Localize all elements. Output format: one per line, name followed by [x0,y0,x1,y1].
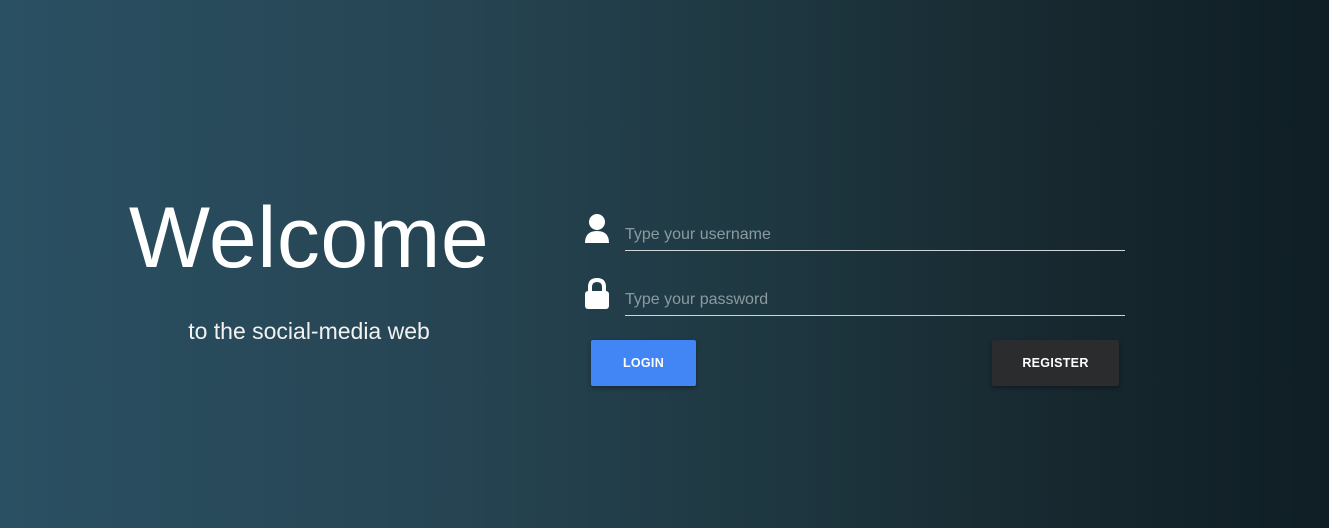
username-field [582,210,1127,252]
user-icon [582,212,612,244]
welcome-title: Welcome [128,190,490,286]
login-page: Welcome to the social-media web L [0,0,1329,528]
register-button[interactable]: REGISTER [992,340,1119,386]
welcome-subtitle: to the social-media web [188,318,430,344]
username-input[interactable] [625,220,1125,251]
lock-icon [582,277,612,309]
password-input[interactable] [625,285,1125,316]
login-form: LOGIN REGISTER [582,210,1127,388]
form-actions: LOGIN REGISTER [582,340,1127,388]
welcome-panel: Welcome to the social-media web [100,188,518,345]
login-button[interactable]: LOGIN [591,340,696,386]
password-field [582,275,1127,317]
